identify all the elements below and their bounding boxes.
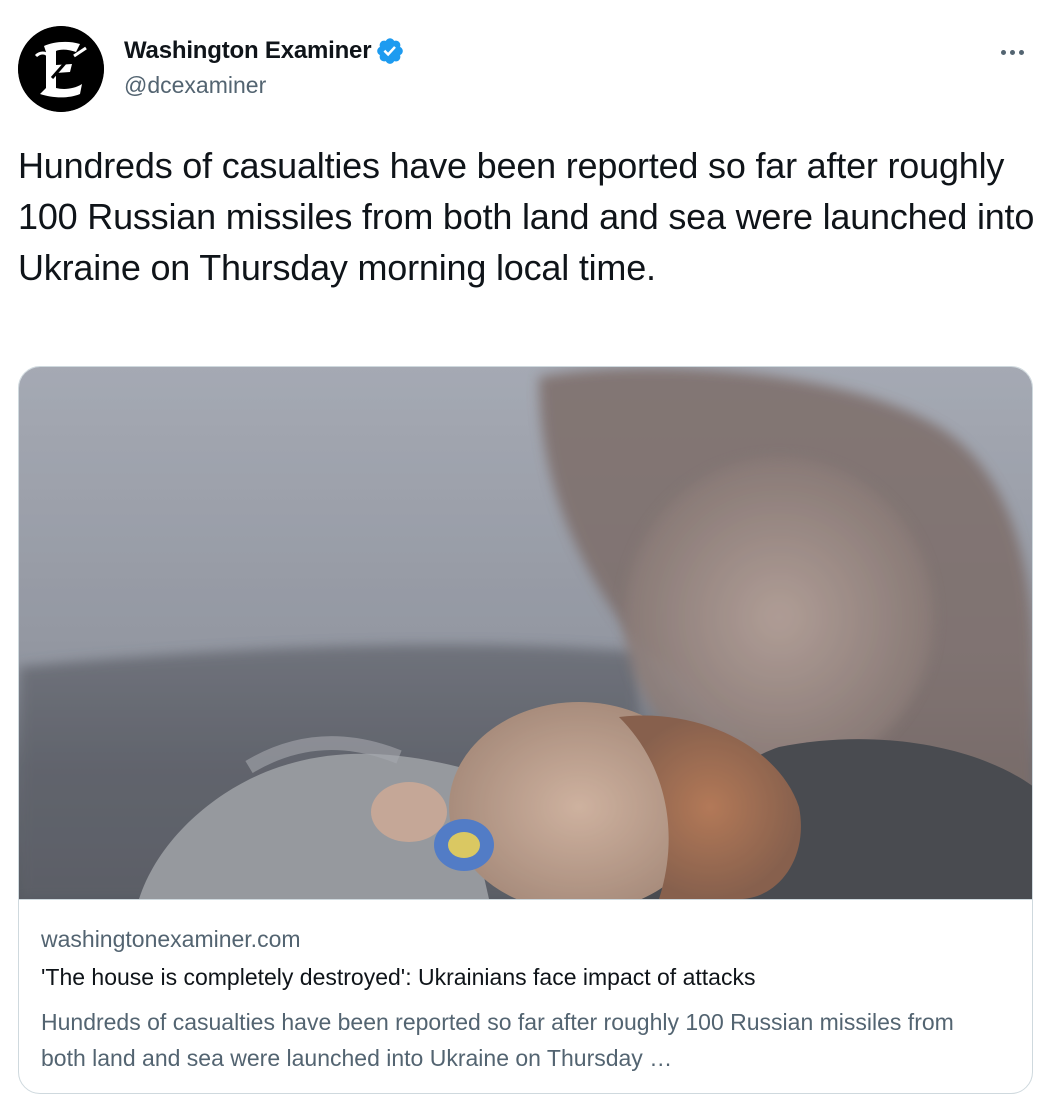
card-body[interactable]: washingtonexaminer.com 'The house is com… [19, 899, 1032, 1093]
avatar[interactable] [18, 26, 104, 112]
gothic-e-logo-icon [18, 26, 104, 112]
card-description: Hundreds of casualties have been reporte… [41, 1009, 954, 1071]
card-title[interactable]: 'The house is completely destroyed': Ukr… [41, 964, 755, 991]
handle[interactable]: @dcexaminer [124, 72, 266, 99]
card-image[interactable] [19, 367, 1032, 899]
tweet-text: Hundreds of casualties have been reporte… [18, 145, 1035, 288]
more-options-icon[interactable] [992, 40, 1032, 64]
link-card[interactable]: washingtonexaminer.com 'The house is com… [18, 366, 1033, 1094]
author-name-row[interactable]: Washington Examiner [124, 36, 405, 66]
card-domain: washingtonexaminer.com [41, 926, 301, 952]
tweet: Washington Examiner @dcexaminer Hundreds… [0, 0, 1060, 1116]
display-name[interactable]: Washington Examiner [124, 37, 372, 65]
verified-badge-icon [375, 36, 405, 66]
